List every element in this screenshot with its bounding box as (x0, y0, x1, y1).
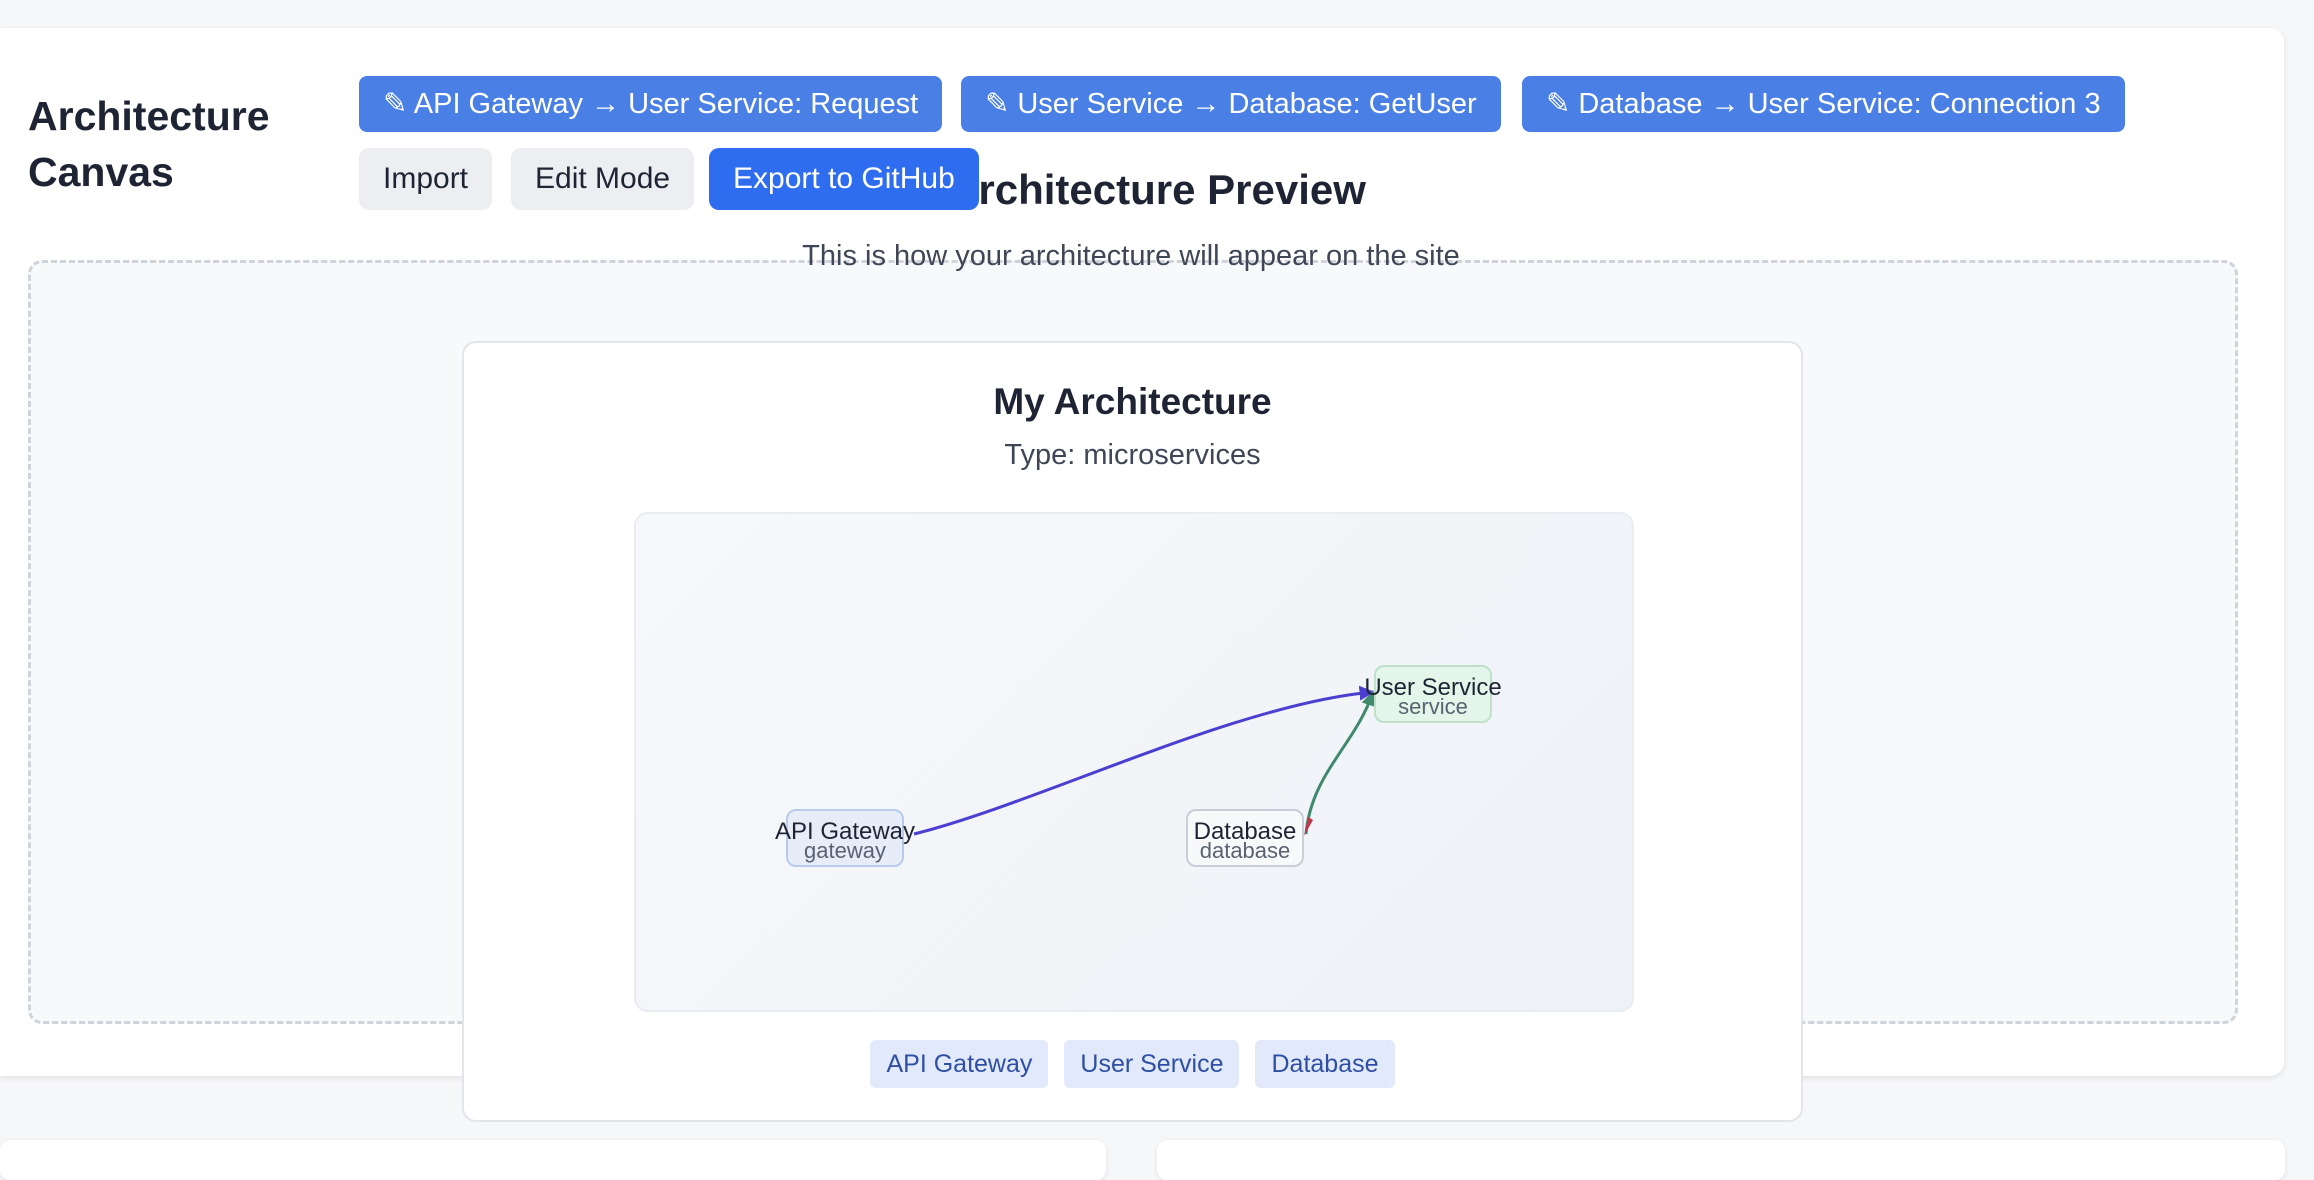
edge-api-gateway-to-user-service[interactable] (913, 685, 1375, 836)
node-database[interactable]: Database database (1186, 809, 1304, 867)
component-chips: API Gateway User Service Database (464, 1040, 1801, 1088)
preview-subtitle: This is how your architecture will appea… (802, 240, 1460, 272)
architecture-name: My Architecture (993, 381, 1272, 422)
component-chip: Database (1255, 1040, 1395, 1088)
node-type: service (1398, 694, 1468, 719)
architecture-type: Type: microservices (1004, 439, 1261, 471)
edit-connection-api-gateway-user-service[interactable]: ✎ API Gateway → User Service: Request (359, 76, 943, 132)
architecture-diagram: API Gateway gateway User Service service… (634, 512, 1634, 1012)
component-chip: User Service (1064, 1040, 1240, 1088)
edit-connection-database-user-service[interactable]: ✎ Database → User Service: Connection 3 (1522, 76, 2125, 132)
edge-database-to-user-service[interactable] (1304, 690, 1376, 835)
node-api-gateway[interactable]: API Gateway gateway (775, 809, 915, 867)
node-type: database (1199, 838, 1291, 863)
lower-panel-right (1157, 1140, 2285, 1180)
node-type: gateway (804, 838, 886, 863)
preview-heading: Architecture Preview (948, 166, 1366, 213)
diagram-edges (913, 685, 1376, 836)
component-chip: API Gateway (870, 1040, 1049, 1088)
export-to-github-button[interactable]: Export to GitHub (709, 148, 979, 210)
lower-panel-left (0, 1140, 1106, 1180)
edit-connection-user-service-database[interactable]: ✎ User Service → Database: GetUser (961, 76, 1501, 132)
node-user-service[interactable]: User Service service (1364, 665, 1502, 723)
architecture-preview-card: My Architecture Type: microservices API … (462, 341, 1803, 1122)
